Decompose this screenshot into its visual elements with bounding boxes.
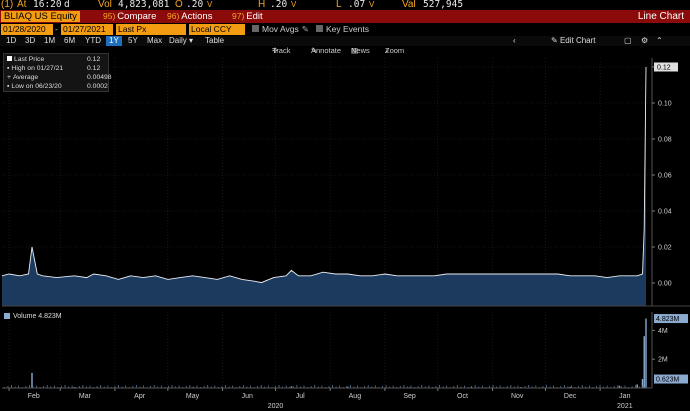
legend-average: + Average 0.00498 bbox=[7, 73, 112, 82]
month-label: Nov bbox=[511, 393, 524, 400]
month-label: Jun bbox=[242, 393, 253, 400]
grid bbox=[2, 58, 652, 388]
volume-bar bbox=[643, 336, 645, 388]
legend-high: ▪ High on 01/27/21 0.12 bbox=[7, 64, 105, 73]
low-marker-icon: ▪ bbox=[7, 83, 10, 90]
legend-swatch bbox=[7, 56, 12, 61]
legend-label: Average bbox=[12, 74, 39, 81]
axes: 0.12 0.10 0.08 0.06 0.04 0.02 0.00 Feb Mar Apr May… bbox=[2, 58, 690, 410]
volume-legend: Volume 4.823M bbox=[4, 313, 62, 320]
average-marker-icon: + bbox=[7, 74, 11, 81]
price-tick-label: 0.02 bbox=[658, 245, 672, 252]
volume-tick-label: 2M bbox=[658, 357, 668, 364]
high-marker-icon: ▪ bbox=[7, 65, 10, 72]
legend-low: ▪ Low on 06/23/20 0.0002 bbox=[7, 82, 108, 91]
legend-label: High on 01/27/21 bbox=[11, 65, 64, 72]
year-label-2021: 2021 bbox=[617, 403, 633, 410]
price-tick-label: 0.08 bbox=[658, 137, 672, 144]
month-label: Oct bbox=[457, 393, 468, 400]
price-tick-label: 0.04 bbox=[658, 209, 672, 216]
price-legend: Last Price 0.12 ▪ High on 01/27/21 0.12 + Av… bbox=[3, 53, 112, 92]
price-tick-label: 0.06 bbox=[658, 173, 672, 180]
legend-value: 0.00498 bbox=[87, 74, 112, 81]
month-label: Aug bbox=[349, 393, 362, 400]
volume-bar bbox=[31, 372, 33, 388]
volume-bar bbox=[636, 384, 638, 388]
month-label: Dec bbox=[564, 393, 577, 400]
legend-label: Last Price bbox=[14, 56, 45, 63]
volume-bar bbox=[645, 318, 647, 388]
legend-swatch bbox=[4, 313, 10, 320]
month-label: Jul bbox=[296, 393, 305, 400]
volume-last-label: 4.823M bbox=[656, 316, 680, 323]
month-label: Sep bbox=[403, 393, 416, 400]
legend-last-price: Last Price 0.12 bbox=[7, 55, 105, 64]
volume-secondary-label: 0.623M bbox=[656, 377, 680, 384]
month-label: Jan bbox=[619, 393, 630, 400]
volume-bars bbox=[4, 318, 647, 388]
year-label-2020: 2020 bbox=[268, 403, 284, 410]
month-label: May bbox=[186, 393, 200, 400]
month-label: Feb bbox=[28, 393, 40, 400]
legend-value: 0.0002 bbox=[87, 83, 108, 90]
legend-value: 0.12 bbox=[87, 56, 101, 63]
legend-value: 0.12 bbox=[87, 65, 101, 72]
price-tick-label: 0.10 bbox=[658, 101, 672, 108]
price-tick-label: 0.00 bbox=[658, 281, 672, 288]
legend-label: Low on 06/23/20 bbox=[11, 83, 62, 90]
volume-tick-label: 4M bbox=[658, 328, 668, 335]
last-price-label: 0.12 bbox=[657, 65, 671, 72]
month-label: Apr bbox=[134, 393, 146, 400]
month-label: Mar bbox=[79, 393, 92, 400]
volume-legend-label: Volume 4.823M bbox=[13, 313, 62, 320]
